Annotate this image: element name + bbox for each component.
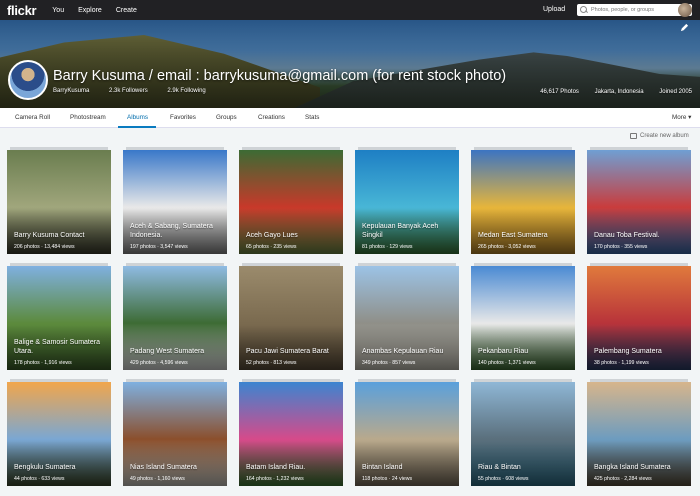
album-stats: 140 photos · 1,371 views — [478, 360, 536, 366]
search-box[interactable] — [577, 4, 692, 16]
following-count[interactable]: 2.9k Following — [167, 88, 205, 94]
album-stats: 197 photos · 3,547 views — [130, 244, 188, 250]
album-tile[interactable]: Anambas Kepulauan Riau 349 photos · 857 v… — [355, 266, 459, 370]
album-title: Anambas Kepulauan Riau — [362, 347, 444, 355]
album-tile[interactable]: Padang West Sumatera 429 photos · 4,596 v… — [123, 266, 227, 370]
album-tile[interactable]: Pacu Jawi Sumatera Barat 52 photos · 813 … — [239, 266, 343, 370]
album-title: Bengkulu Sumatera — [14, 463, 76, 471]
album-stats: 429 photos · 4,596 views — [130, 360, 188, 366]
album-tile[interactable]: Bangka Island Sumatera 425 photos · 2,284… — [587, 382, 691, 486]
album-title: Pekanbaru Riau — [478, 347, 529, 355]
album-stats: 265 photos · 3,052 views — [478, 244, 536, 250]
album-title: Padang West Sumatera — [130, 347, 205, 355]
album-title: Aceh Gayo Lues — [246, 231, 298, 239]
album-title: Bintan Island — [362, 463, 403, 471]
upload-link[interactable]: Upload — [543, 6, 565, 13]
joined-date: Joined 2005 — [659, 89, 692, 95]
album-title: Medan East Sumatera — [478, 231, 548, 239]
tab-stats[interactable]: Stats — [305, 114, 319, 121]
tab-groups[interactable]: Groups — [216, 114, 237, 121]
album-stats: 170 photos · 355 views — [594, 244, 648, 250]
album-title: Balige & Samosir Sumatera Utara. — [14, 339, 100, 355]
album-title: Aceh & Sabang, Sumatera Indonesia. — [130, 223, 213, 239]
album-stats: 178 photos · 1,916 views — [14, 360, 72, 366]
album-title: Riau & Bintan — [478, 463, 521, 471]
album-stats: 65 photos · 235 views — [246, 244, 297, 250]
album-title: Batam Island Riau. — [246, 463, 306, 471]
more-menu[interactable]: More ▾ — [672, 114, 691, 121]
album-tile[interactable]: Batam Island Riau. 164 photos · 1,232 vie… — [239, 382, 343, 486]
album-tile[interactable]: Balige & Samosir Sumatera Utara. 178 phot… — [7, 266, 111, 370]
album-tile[interactable]: Pekanbaru Riau 140 photos · 1,371 views — [471, 266, 575, 370]
album-stats: 81 photos · 129 views — [362, 244, 413, 250]
album-tile[interactable]: Barry Kusuma Contact 206 photos · 13,484 … — [7, 150, 111, 254]
album-stats: 44 photos · 633 views — [14, 476, 65, 482]
album-tile[interactable]: Kepulauan Banyak Aceh Singkil 81 photos ·… — [355, 150, 459, 254]
album-stats: 55 photos · 608 views — [478, 476, 529, 482]
location: Jakarta, Indonesia — [594, 89, 644, 95]
album-stats: 425 photos · 2,284 views — [594, 476, 652, 482]
followers-count[interactable]: 2.3k Followers — [109, 88, 148, 94]
album-tile[interactable]: Riau & Bintan 55 photos · 608 views — [471, 382, 575, 486]
album-stats: 118 photos · 24 views — [362, 476, 413, 482]
search-input[interactable] — [591, 7, 686, 13]
profile-tabs: Camera Roll Photostream Albums Favorites… — [0, 108, 700, 128]
album-title: Nias Island Sumatera — [130, 463, 197, 471]
active-tab-indicator — [118, 126, 156, 128]
nav-create[interactable]: Create — [116, 7, 137, 14]
album-icon — [630, 133, 637, 139]
album-title: Kepulauan Banyak Aceh Singkil — [362, 223, 439, 239]
album-tile[interactable]: Bengkulu Sumatera 44 photos · 633 views — [7, 382, 111, 486]
album-tile[interactable]: Danau Toba Festival. 170 photos · 355 vie… — [587, 150, 691, 254]
profile-avatar[interactable] — [8, 60, 48, 100]
tab-camera-roll[interactable]: Camera Roll — [15, 114, 50, 121]
flickr-logo[interactable]: flickr — [7, 3, 37, 18]
album-tile[interactable]: Bintan Island 118 photos · 24 views — [355, 382, 459, 486]
profile-username[interactable]: BarryKusuma — [53, 88, 89, 94]
profile-stats: 46,617 Photos Jakarta, Indonesia Joined … — [526, 89, 692, 95]
tab-favorites[interactable]: Favorites — [170, 114, 196, 121]
user-avatar[interactable] — [678, 3, 692, 17]
edit-pencil-icon[interactable] — [680, 23, 689, 32]
album-tile[interactable]: Nias Island Sumatera 49 photos · 1,160 vi… — [123, 382, 227, 486]
album-title: Bangka Island Sumatera — [594, 463, 671, 471]
album-stats: 206 photos · 13,484 views — [14, 244, 75, 250]
create-album-label: Create new album — [640, 133, 689, 139]
album-tile[interactable]: Medan East Sumatera 265 photos · 3,052 vi… — [471, 150, 575, 254]
album-stats: 38 photos · 1,199 views — [594, 360, 649, 366]
album-stats: 349 photos · 857 views — [362, 360, 416, 366]
search-icon — [580, 5, 589, 15]
album-tile[interactable]: Aceh Gayo Lues 65 photos · 235 views — [239, 150, 343, 254]
nav-explore[interactable]: Explore — [78, 7, 102, 14]
tab-albums[interactable]: Albums — [127, 114, 148, 121]
album-tile[interactable]: Aceh & Sabang, Sumatera Indonesia. 197 ph… — [123, 150, 227, 254]
tab-creations[interactable]: Creations — [258, 114, 285, 121]
profile-meta: BarryKusuma 2.3k Followers 2.9k Followin… — [53, 88, 224, 94]
album-stats: 49 photos · 1,160 views — [130, 476, 185, 482]
album-stats: 52 photos · 813 views — [246, 360, 297, 366]
tab-photostream[interactable]: Photostream — [70, 114, 106, 121]
album-title: Danau Toba Festival. — [594, 231, 660, 239]
album-title: Palembang Sumatera — [594, 347, 662, 355]
album-stats: 164 photos · 1,232 views — [246, 476, 304, 482]
nav-you[interactable]: You — [52, 7, 64, 14]
profile-name: Barry Kusuma / email : barrykusuma@gmail… — [53, 68, 507, 84]
album-title: Pacu Jawi Sumatera Barat — [246, 347, 329, 355]
album-title: Barry Kusuma Contact — [14, 231, 85, 239]
create-album-button[interactable]: Create new album — [630, 133, 689, 139]
photo-count: 46,617 Photos — [540, 89, 579, 95]
album-tile[interactable]: Palembang Sumatera 38 photos · 1,199 view… — [587, 266, 691, 370]
